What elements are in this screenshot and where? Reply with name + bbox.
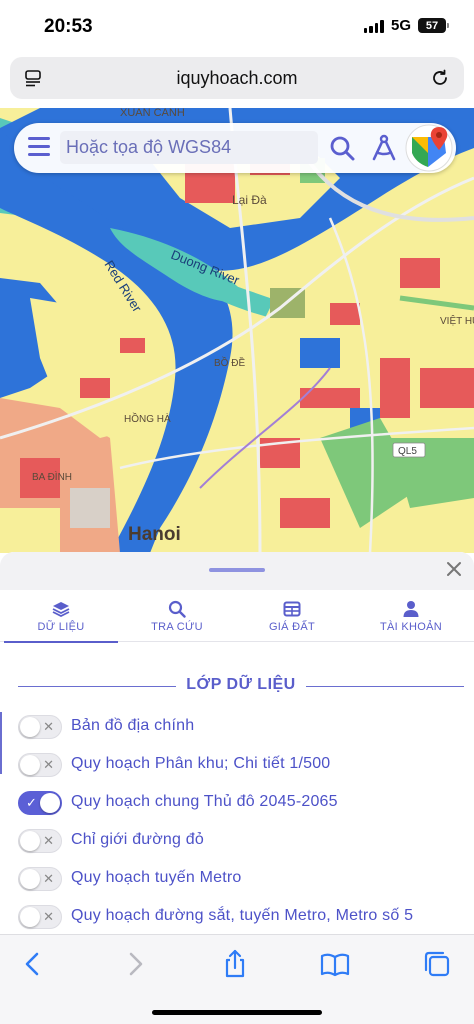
status-bar: 20:53 5G 57: [0, 0, 474, 52]
map-canvas[interactable]: XUÂN CANH Lại Đà Red River Duong River B…: [0, 108, 474, 553]
search-icon: [168, 600, 186, 618]
section-title-text: LỚP DỮ LIỆU: [186, 676, 296, 693]
layer-item-ban-do-dia-chinh[interactable]: ✕ Bản đồ địa chính: [0, 710, 474, 746]
compass-measure-icon[interactable]: [370, 134, 398, 162]
forward-icon[interactable]: [120, 949, 150, 979]
layer-toggle[interactable]: ✕: [18, 753, 62, 777]
toggle-off-mark: ✕: [43, 833, 54, 848]
map-label-hong-ha: HỒNG HÀ: [124, 412, 171, 425]
search-bar: [14, 123, 456, 173]
map-view[interactable]: XUÂN CANH Lại Đà Red River Duong River B…: [0, 108, 474, 553]
reload-icon[interactable]: [430, 68, 450, 88]
tab-label: TRA CỨU: [151, 621, 203, 633]
google-maps-icon[interactable]: [404, 123, 454, 173]
user-icon: [403, 601, 419, 617]
tab-label: DỮ LIỆU: [37, 621, 85, 633]
panel-tabs: DỮ LIỆU TRA CỨU GIÁ ĐẤT TÀI KHOẢN: [0, 594, 474, 643]
tab-tra-cuu[interactable]: TRA CỨU: [120, 598, 234, 642]
map-label-lai-da: Lại Đà: [232, 193, 267, 207]
drag-handle[interactable]: [209, 568, 265, 572]
network-type: 5G: [390, 17, 411, 34]
tab-label: GIÁ ĐẤT: [268, 621, 316, 633]
url-text[interactable]: iquyhoach.com: [10, 68, 464, 89]
layer-label: Quy hoạch Phân khu; Chi tiết 1/500: [71, 755, 331, 772]
status-time: 20:53: [44, 16, 93, 37]
data-panel: DỮ LIỆU TRA CỨU GIÁ ĐẤT TÀI KHOẢN LỚP DỮ…: [0, 552, 474, 934]
layer-label: Quy hoạch đường sắt, tuyến Metro, Metro …: [71, 907, 414, 924]
map-label-hanoi: Hanoi: [128, 524, 181, 545]
divider: [18, 686, 176, 687]
home-indicator: [152, 1010, 322, 1015]
layer-item-quy-hoach-phan-khu[interactable]: ✕ Quy hoạch Phân khu; Chi tiết 1/500: [0, 748, 474, 784]
layer-item-tuyen-metro[interactable]: ✕ Quy hoạch tuyến Metro: [0, 862, 474, 898]
layer-item-quy-hoach-chung[interactable]: ✓ Quy hoạch chung Thủ đô 2045-2065: [0, 786, 474, 822]
toggle-on-mark: ✓: [26, 795, 37, 810]
status-indicators: 5G 57: [363, 17, 449, 34]
coordinate-search-input[interactable]: [60, 131, 318, 164]
close-icon[interactable]: [445, 560, 463, 578]
signal-bars-icon: [363, 19, 384, 33]
map-label-bo-de: BỒ ĐỀ: [214, 356, 245, 369]
divider: [306, 686, 464, 687]
layer-label: Quy hoạch tuyến Metro: [71, 869, 242, 886]
hamburger-menu-icon[interactable]: [28, 137, 50, 157]
toggle-off-mark: ✕: [43, 757, 54, 772]
layer-label: Quy hoạch chung Thủ đô 2045-2065: [71, 793, 338, 810]
map-label-ql5: QL5: [398, 446, 417, 457]
map-label-viet-hung: VIỆT HƯ: [440, 314, 474, 327]
layer-label: Bản đồ địa chính: [71, 717, 195, 734]
panel-header: [0, 552, 474, 590]
toggle-off-mark: ✕: [43, 871, 54, 886]
search-icon[interactable]: [328, 134, 356, 162]
tab-tai-khoan[interactable]: TÀI KHOẢN: [354, 598, 468, 642]
battery-icon: 57: [418, 18, 449, 33]
map-label-ba-dinh: BA ĐÌNH: [32, 470, 72, 483]
layer-item-duong-sat-metro[interactable]: ✕ Quy hoạch đường sắt, tuyến Metro, Metr…: [0, 900, 474, 936]
url-bar[interactable]: iquyhoach.com: [10, 57, 464, 99]
tab-du-lieu[interactable]: DỮ LIỆU: [4, 598, 118, 643]
layer-label: Chỉ giới đường đỏ: [71, 831, 204, 848]
layer-toggle[interactable]: ✕: [18, 905, 62, 929]
layer-toggle[interactable]: ✕: [18, 715, 62, 739]
back-icon[interactable]: [18, 949, 48, 979]
tabs-icon[interactable]: [422, 949, 452, 979]
bookmarks-icon[interactable]: [320, 949, 350, 979]
share-icon[interactable]: [220, 949, 250, 979]
section-title: LỚP DỮ LIỆU: [0, 676, 474, 696]
layer-item-chi-gioi-duong-do[interactable]: ✕ Chỉ giới đường đỏ: [0, 824, 474, 860]
tab-label: TÀI KHOẢN: [380, 621, 442, 633]
layer-toggle[interactable]: ✕: [18, 829, 62, 853]
table-grid-icon: [283, 601, 301, 617]
layers-icon: [52, 602, 70, 618]
layer-toggle[interactable]: ✕: [18, 867, 62, 891]
toggle-off-mark: ✕: [43, 909, 54, 924]
map-label-xuan-canh: XUÂN CANH: [120, 108, 185, 119]
tab-gia-dat[interactable]: GIÁ ĐẤT: [235, 598, 349, 642]
layer-toggle[interactable]: ✓: [18, 791, 62, 815]
toggle-off-mark: ✕: [43, 719, 54, 734]
